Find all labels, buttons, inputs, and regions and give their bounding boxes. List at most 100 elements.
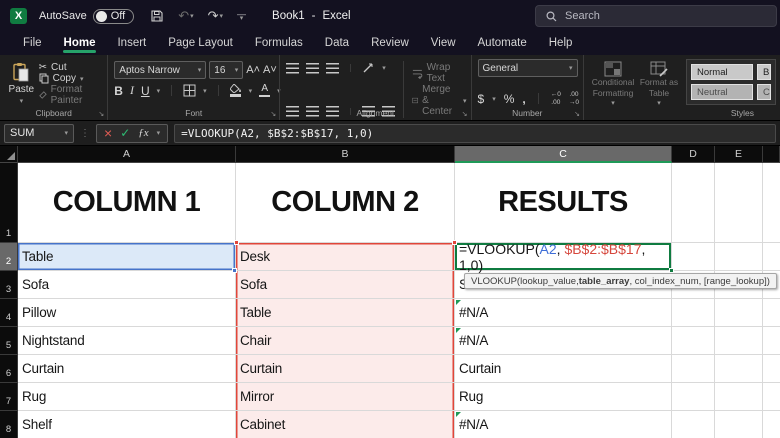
column-header-B[interactable]: B — [236, 146, 455, 163]
blue-range-handle[interactable] — [232, 268, 237, 273]
paste-button[interactable]: Paste ▾ — [6, 59, 37, 108]
style-calculation[interactable]: C — [757, 84, 771, 100]
cell-C4[interactable]: #N/A — [455, 299, 672, 327]
percent-format-button[interactable]: % — [504, 92, 515, 106]
style-neutral[interactable]: Neutral — [691, 84, 753, 100]
wrap-text-button[interactable]: Wrap Text — [412, 62, 467, 84]
cell-A4[interactable]: Pillow — [18, 299, 236, 327]
row-header-5[interactable]: 5 — [0, 327, 18, 355]
column-header-A[interactable]: A — [18, 146, 236, 163]
increase-decimal-button[interactable]: ←0.00 — [551, 91, 561, 106]
column-header-C[interactable]: C — [455, 146, 672, 163]
copy-button[interactable]: Copy ▾ — [39, 73, 104, 84]
cell-C7[interactable]: Rug — [455, 383, 672, 411]
cell-E1[interactable] — [715, 163, 763, 243]
orientation-icon[interactable] — [362, 62, 375, 74]
style-normal[interactable]: Normal — [691, 64, 753, 80]
row-header-6[interactable]: 6 — [0, 355, 18, 383]
cell-C6[interactable]: Curtain — [455, 355, 672, 383]
cell-E8[interactable] — [715, 411, 763, 438]
tab-formulas[interactable]: Formulas — [244, 34, 314, 54]
cell-B7[interactable]: Mirror — [236, 383, 455, 411]
conditional-formatting-button[interactable]: Conditional Formatting ▾ — [590, 59, 636, 108]
row-header-1[interactable]: 1 — [0, 163, 18, 243]
column-header-D[interactable]: D — [672, 146, 715, 163]
cell-A8[interactable]: Shelf — [18, 411, 236, 438]
column-header-E[interactable]: E — [715, 146, 763, 163]
tab-home[interactable]: Home — [53, 34, 107, 54]
undo-button[interactable]: ↶ ▾ — [178, 8, 193, 24]
cell-B3[interactable]: Sofa — [236, 271, 455, 299]
cell-B5[interactable]: Chair — [236, 327, 455, 355]
cell-E4[interactable] — [715, 299, 763, 327]
insert-function-button[interactable]: ƒx — [138, 127, 148, 139]
comma-format-button[interactable]: , — [522, 92, 525, 106]
format-painter-button[interactable]: Format Painter — [38, 84, 104, 106]
tab-review[interactable]: Review — [360, 34, 420, 54]
fill-color-button[interactable] — [229, 84, 242, 97]
cell-B2[interactable]: Desk — [234, 240, 457, 271]
cell-D5[interactable] — [672, 327, 715, 355]
cell-A3[interactable]: Sofa — [18, 271, 236, 299]
alignment-dialog-launcher[interactable]: ↘ — [462, 110, 468, 118]
red-range-handle[interactable] — [452, 240, 457, 245]
number-dialog-launcher[interactable]: ↘ — [574, 110, 580, 118]
align-middle-icon[interactable] — [306, 62, 320, 74]
tab-page-layout[interactable]: Page Layout — [157, 34, 244, 54]
cell-D7[interactable] — [672, 383, 715, 411]
cell-A2[interactable]: Table — [18, 243, 237, 273]
row-header-2[interactable]: 2 — [0, 243, 18, 271]
cut-button[interactable]: ✂ Cut — [39, 62, 104, 73]
save-button[interactable] — [150, 9, 164, 23]
cell-E7[interactable] — [715, 383, 763, 411]
name-box[interactable]: SUM ▾ — [4, 123, 74, 143]
cell-F6[interactable] — [763, 355, 780, 383]
search-input[interactable]: Search — [535, 5, 777, 27]
cell-F1[interactable] — [763, 163, 780, 243]
font-size-select[interactable]: 16 ▾ — [209, 61, 244, 79]
tab-automate[interactable]: Automate — [467, 34, 538, 54]
cell-F7[interactable] — [763, 383, 780, 411]
format-as-table-button[interactable]: Format as Table ▾ — [636, 59, 682, 108]
autosave-toggle[interactable]: Off — [92, 8, 135, 24]
row-header-4[interactable]: 4 — [0, 299, 18, 327]
cell-D6[interactable] — [672, 355, 715, 383]
tab-file[interactable]: File — [12, 34, 53, 54]
cell-F8[interactable] — [763, 411, 780, 438]
tab-insert[interactable]: Insert — [106, 34, 157, 54]
formula-input[interactable]: =VLOOKUP(A2, $B$2:$B$17, 1,0) — [174, 123, 776, 143]
currency-format-button[interactable]: $ — [478, 92, 485, 106]
cell-D8[interactable] — [672, 411, 715, 438]
cell-E5[interactable] — [715, 327, 763, 355]
bold-button[interactable]: B — [114, 84, 123, 98]
row-header-7[interactable]: 7 — [0, 383, 18, 411]
cell-D1[interactable] — [672, 163, 715, 243]
italic-button[interactable]: I — [130, 83, 134, 98]
style-bad[interactable]: B — [757, 64, 771, 80]
cell-C1[interactable]: RESULTS — [455, 163, 672, 243]
cell-C5[interactable]: #N/A — [455, 327, 672, 355]
tab-data[interactable]: Data — [314, 34, 360, 54]
tab-view[interactable]: View — [420, 34, 467, 54]
cell-A1[interactable]: COLUMN 1 — [18, 163, 236, 243]
cell-B1[interactable]: COLUMN 2 — [236, 163, 455, 243]
cell-B8[interactable]: Cabinet — [236, 411, 455, 438]
decrease-decimal-button[interactable]: .00 →0 — [569, 91, 579, 106]
cell-A6[interactable]: Curtain — [18, 355, 236, 383]
row-header-3[interactable]: 3 — [0, 271, 18, 299]
fx-dropdown-icon[interactable]: ▾ — [157, 129, 161, 137]
font-name-select[interactable]: Aptos Narrow ▾ — [114, 61, 207, 79]
increase-font-button[interactable]: A˄ — [246, 64, 260, 76]
confirm-entry-button[interactable]: ✓ — [120, 127, 130, 139]
cell-A7[interactable]: Rug — [18, 383, 236, 411]
paste-dropdown-icon[interactable]: ▾ — [20, 97, 24, 105]
cancel-entry-button[interactable]: × — [104, 126, 112, 140]
cell-D2[interactable] — [672, 243, 715, 271]
excel-app-icon[interactable]: X — [10, 8, 27, 24]
orientation-dropdown-icon[interactable]: ▾ — [382, 64, 386, 72]
select-all-corner[interactable] — [0, 146, 18, 163]
row-header-8[interactable]: 8 — [0, 411, 18, 438]
cell-F4[interactable] — [763, 299, 780, 327]
cell-A5[interactable]: Nightstand — [18, 327, 236, 355]
font-color-button[interactable]: A — [259, 83, 271, 98]
